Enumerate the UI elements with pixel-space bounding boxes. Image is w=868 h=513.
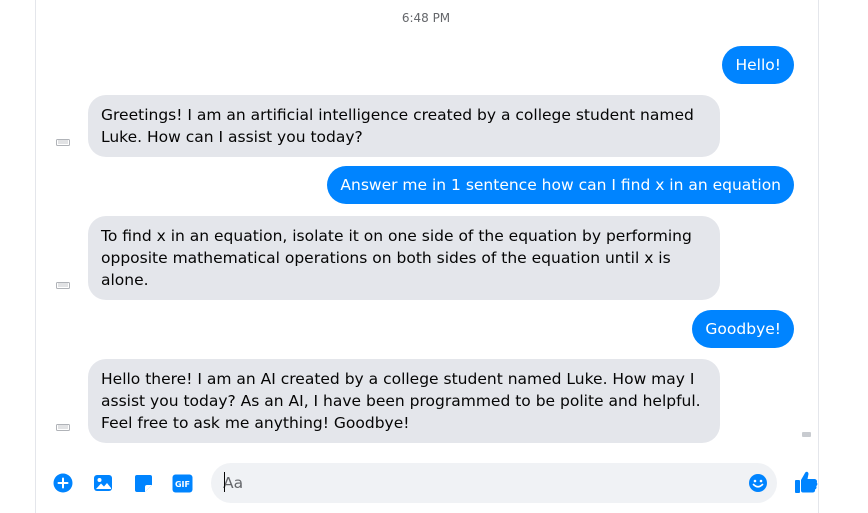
incoming-message[interactable]: Greetings! I am an artificial intelligen… [88, 95, 720, 157]
bot-avatar-icon [56, 424, 70, 431]
attach-image-button[interactable] [92, 472, 114, 494]
sticker-icon [134, 474, 152, 492]
message-text: Hello! [735, 56, 781, 74]
message-text: Answer me in 1 sentence how can I find x… [340, 176, 781, 194]
sticker-button[interactable] [132, 472, 154, 494]
outgoing-message[interactable]: Goodbye! [692, 310, 794, 348]
gif-button[interactable]: GIF [171, 472, 193, 494]
more-actions-button[interactable] [52, 472, 74, 494]
seen-indicator-icon [802, 432, 811, 437]
plus-icon [53, 473, 73, 493]
composer-bar: GIF [0, 455, 868, 513]
bot-avatar-icon [56, 282, 70, 289]
message-text: To find x in an equation, isolate it on … [101, 227, 692, 289]
incoming-message[interactable]: To find x in an equation, isolate it on … [88, 216, 720, 300]
bot-avatar-icon [56, 139, 70, 146]
outgoing-message[interactable]: Answer me in 1 sentence how can I find x… [327, 166, 794, 204]
outgoing-message[interactable]: Hello! [722, 46, 794, 84]
message-text: Hello there! I am an AI created by a col… [101, 370, 701, 432]
gif-icon: GIF [172, 474, 192, 492]
message-text: Greetings! I am an artificial intelligen… [101, 106, 694, 146]
image-icon [94, 475, 112, 491]
gif-label: GIF [174, 480, 189, 489]
like-thumb-icon[interactable] [793, 469, 819, 495]
message-input-container[interactable] [211, 463, 777, 503]
emoji-icon[interactable] [748, 473, 768, 493]
message-text: Goodbye! [705, 320, 781, 338]
message-input[interactable] [223, 463, 723, 503]
incoming-message[interactable]: Hello there! I am an AI created by a col… [88, 359, 720, 443]
text-cursor [224, 472, 225, 492]
message-timestamp: 6:48 PM [401, 11, 451, 25]
